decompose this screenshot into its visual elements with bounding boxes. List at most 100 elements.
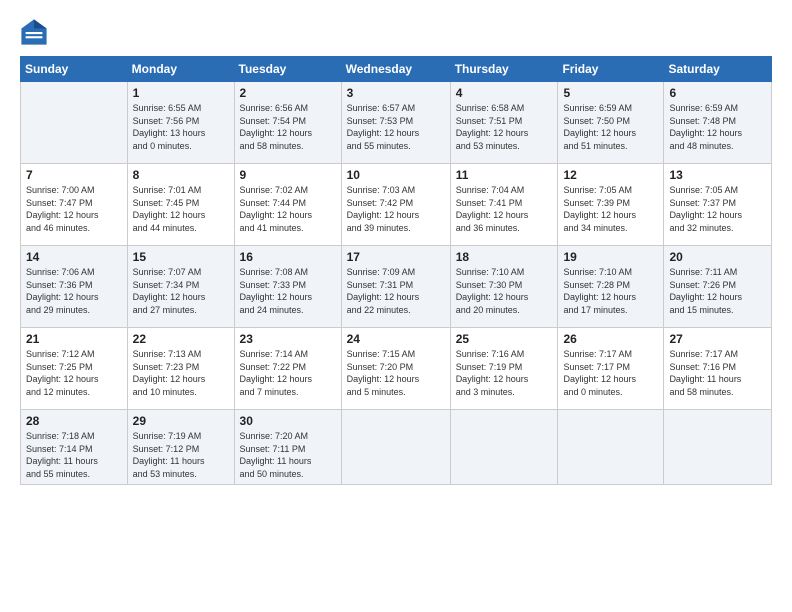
calendar-cell bbox=[21, 82, 128, 164]
logo bbox=[20, 18, 50, 46]
calendar-cell: 22 Sunrise: 7:13 AM Sunset: 7:23 PM Dayli… bbox=[127, 328, 234, 410]
day-number: 6 bbox=[669, 86, 766, 100]
col-header-wednesday: Wednesday bbox=[341, 57, 450, 82]
calendar-week-row: 28 Sunrise: 7:18 AM Sunset: 7:14 PM Dayli… bbox=[21, 410, 772, 485]
day-number: 1 bbox=[133, 86, 229, 100]
day-number: 11 bbox=[456, 168, 553, 182]
day-number: 26 bbox=[563, 332, 658, 346]
calendar-cell: 19Sunrise: 7:10 AM Sunset: 7:28 PM Dayli… bbox=[558, 246, 664, 328]
day-info: Sunrise: 6:55 AM Sunset: 7:56 PM Dayligh… bbox=[133, 102, 229, 152]
calendar-cell: 3 Sunrise: 6:57 AM Sunset: 7:53 PM Daylig… bbox=[341, 82, 450, 164]
day-info: Sunrise: 7:17 AM Sunset: 7:16 PM Dayligh… bbox=[669, 348, 766, 398]
day-number: 12 bbox=[563, 168, 658, 182]
calendar-cell: 16Sunrise: 7:08 AM Sunset: 7:33 PM Dayli… bbox=[234, 246, 341, 328]
day-number: 30 bbox=[240, 414, 336, 428]
day-number: 24 bbox=[347, 332, 445, 346]
calendar-week-row: 14 Sunrise: 7:06 AM Sunset: 7:36 PM Dayli… bbox=[21, 246, 772, 328]
col-header-saturday: Saturday bbox=[664, 57, 772, 82]
day-info: Sunrise: 7:15 AM Sunset: 7:20 PM Dayligh… bbox=[347, 348, 445, 398]
day-number: 15 bbox=[133, 250, 229, 264]
calendar-header-row: SundayMondayTuesdayWednesdayThursdayFrid… bbox=[21, 57, 772, 82]
calendar-table: SundayMondayTuesdayWednesdayThursdayFrid… bbox=[20, 56, 772, 485]
day-number: 9 bbox=[240, 168, 336, 182]
day-number: 27 bbox=[669, 332, 766, 346]
day-info: Sunrise: 7:10 AM Sunset: 7:30 PM Dayligh… bbox=[456, 266, 553, 316]
calendar-cell: 24 Sunrise: 7:15 AM Sunset: 7:20 PM Dayli… bbox=[341, 328, 450, 410]
day-info: Sunrise: 7:06 AM Sunset: 7:36 PM Dayligh… bbox=[26, 266, 122, 316]
day-info: Sunrise: 7:10 AM Sunset: 7:28 PM Dayligh… bbox=[563, 266, 658, 316]
day-number: 7 bbox=[26, 168, 122, 182]
calendar-cell: 6 Sunrise: 6:59 AM Sunset: 7:48 PM Daylig… bbox=[664, 82, 772, 164]
calendar-cell: 5 Sunrise: 6:59 AM Sunset: 7:50 PM Daylig… bbox=[558, 82, 664, 164]
calendar-cell: 21 Sunrise: 7:12 AM Sunset: 7:25 PM Dayli… bbox=[21, 328, 128, 410]
day-number: 29 bbox=[133, 414, 229, 428]
day-info: Sunrise: 7:05 AM Sunset: 7:37 PM Dayligh… bbox=[669, 184, 766, 234]
day-info: Sunrise: 7:05 AM Sunset: 7:39 PM Dayligh… bbox=[563, 184, 658, 234]
calendar-cell: 14 Sunrise: 7:06 AM Sunset: 7:36 PM Dayli… bbox=[21, 246, 128, 328]
day-info: Sunrise: 7:03 AM Sunset: 7:42 PM Dayligh… bbox=[347, 184, 445, 234]
day-info: Sunrise: 7:17 AM Sunset: 7:17 PM Dayligh… bbox=[563, 348, 658, 398]
day-info: Sunrise: 7:01 AM Sunset: 7:45 PM Dayligh… bbox=[133, 184, 229, 234]
day-number: 4 bbox=[456, 86, 553, 100]
day-info: Sunrise: 7:19 AM Sunset: 7:12 PM Dayligh… bbox=[133, 430, 229, 480]
calendar-cell: 12 Sunrise: 7:05 AM Sunset: 7:39 PM Dayli… bbox=[558, 164, 664, 246]
calendar-cell bbox=[664, 410, 772, 485]
calendar-cell: 26 Sunrise: 7:17 AM Sunset: 7:17 PM Dayli… bbox=[558, 328, 664, 410]
col-header-sunday: Sunday bbox=[21, 57, 128, 82]
calendar-cell: 15Sunrise: 7:07 AM Sunset: 7:34 PM Dayli… bbox=[127, 246, 234, 328]
day-number: 28 bbox=[26, 414, 122, 428]
day-info: Sunrise: 7:04 AM Sunset: 7:41 PM Dayligh… bbox=[456, 184, 553, 234]
col-header-tuesday: Tuesday bbox=[234, 57, 341, 82]
calendar-week-row: 1 Sunrise: 6:55 AM Sunset: 7:56 PM Daylig… bbox=[21, 82, 772, 164]
day-number: 14 bbox=[26, 250, 122, 264]
calendar-cell: 10Sunrise: 7:03 AM Sunset: 7:42 PM Dayli… bbox=[341, 164, 450, 246]
day-info: Sunrise: 6:59 AM Sunset: 7:48 PM Dayligh… bbox=[669, 102, 766, 152]
calendar-cell: 4 Sunrise: 6:58 AM Sunset: 7:51 PM Daylig… bbox=[450, 82, 558, 164]
day-number: 5 bbox=[563, 86, 658, 100]
day-info: Sunrise: 7:18 AM Sunset: 7:14 PM Dayligh… bbox=[26, 430, 122, 480]
day-number: 23 bbox=[240, 332, 336, 346]
day-number: 20 bbox=[669, 250, 766, 264]
calendar-cell: 7 Sunrise: 7:00 AM Sunset: 7:47 PM Daylig… bbox=[21, 164, 128, 246]
day-info: Sunrise: 6:56 AM Sunset: 7:54 PM Dayligh… bbox=[240, 102, 336, 152]
col-header-thursday: Thursday bbox=[450, 57, 558, 82]
day-info: Sunrise: 7:09 AM Sunset: 7:31 PM Dayligh… bbox=[347, 266, 445, 316]
day-info: Sunrise: 6:57 AM Sunset: 7:53 PM Dayligh… bbox=[347, 102, 445, 152]
page: SundayMondayTuesdayWednesdayThursdayFrid… bbox=[0, 0, 792, 612]
col-header-monday: Monday bbox=[127, 57, 234, 82]
day-info: Sunrise: 6:58 AM Sunset: 7:51 PM Dayligh… bbox=[456, 102, 553, 152]
calendar-cell: 2Sunrise: 6:56 AM Sunset: 7:54 PM Daylig… bbox=[234, 82, 341, 164]
calendar-week-row: 21 Sunrise: 7:12 AM Sunset: 7:25 PM Dayli… bbox=[21, 328, 772, 410]
day-number: 3 bbox=[347, 86, 445, 100]
day-info: Sunrise: 7:14 AM Sunset: 7:22 PM Dayligh… bbox=[240, 348, 336, 398]
calendar-cell: 25Sunrise: 7:16 AM Sunset: 7:19 PM Dayli… bbox=[450, 328, 558, 410]
calendar-cell: 28 Sunrise: 7:18 AM Sunset: 7:14 PM Dayli… bbox=[21, 410, 128, 485]
calendar-cell: 13 Sunrise: 7:05 AM Sunset: 7:37 PM Dayli… bbox=[664, 164, 772, 246]
calendar-cell: 20 Sunrise: 7:11 AM Sunset: 7:26 PM Dayli… bbox=[664, 246, 772, 328]
calendar-cell: 8 Sunrise: 7:01 AM Sunset: 7:45 PM Daylig… bbox=[127, 164, 234, 246]
day-number: 8 bbox=[133, 168, 229, 182]
calendar-cell bbox=[558, 410, 664, 485]
calendar-cell: 11 Sunrise: 7:04 AM Sunset: 7:41 PM Dayli… bbox=[450, 164, 558, 246]
day-number: 17 bbox=[347, 250, 445, 264]
day-number: 25 bbox=[456, 332, 553, 346]
calendar-cell: 23 Sunrise: 7:14 AM Sunset: 7:22 PM Dayli… bbox=[234, 328, 341, 410]
day-info: Sunrise: 7:00 AM Sunset: 7:47 PM Dayligh… bbox=[26, 184, 122, 234]
calendar-week-row: 7 Sunrise: 7:00 AM Sunset: 7:47 PM Daylig… bbox=[21, 164, 772, 246]
day-number: 13 bbox=[669, 168, 766, 182]
day-info: Sunrise: 6:59 AM Sunset: 7:50 PM Dayligh… bbox=[563, 102, 658, 152]
calendar-cell: 27 Sunrise: 7:17 AM Sunset: 7:16 PM Dayli… bbox=[664, 328, 772, 410]
day-info: Sunrise: 7:13 AM Sunset: 7:23 PM Dayligh… bbox=[133, 348, 229, 398]
day-number: 21 bbox=[26, 332, 122, 346]
day-info: Sunrise: 7:08 AM Sunset: 7:33 PM Dayligh… bbox=[240, 266, 336, 316]
day-info: Sunrise: 7:20 AM Sunset: 7:11 PM Dayligh… bbox=[240, 430, 336, 480]
day-info: Sunrise: 7:12 AM Sunset: 7:25 PM Dayligh… bbox=[26, 348, 122, 398]
calendar-cell bbox=[450, 410, 558, 485]
calendar-cell: 30 Sunrise: 7:20 AM Sunset: 7:11 PM Dayli… bbox=[234, 410, 341, 485]
calendar-cell bbox=[341, 410, 450, 485]
logo-icon bbox=[20, 18, 48, 46]
day-info: Sunrise: 7:11 AM Sunset: 7:26 PM Dayligh… bbox=[669, 266, 766, 316]
day-number: 22 bbox=[133, 332, 229, 346]
calendar-cell: 1 Sunrise: 6:55 AM Sunset: 7:56 PM Daylig… bbox=[127, 82, 234, 164]
calendar-cell: 17 Sunrise: 7:09 AM Sunset: 7:31 PM Dayli… bbox=[341, 246, 450, 328]
